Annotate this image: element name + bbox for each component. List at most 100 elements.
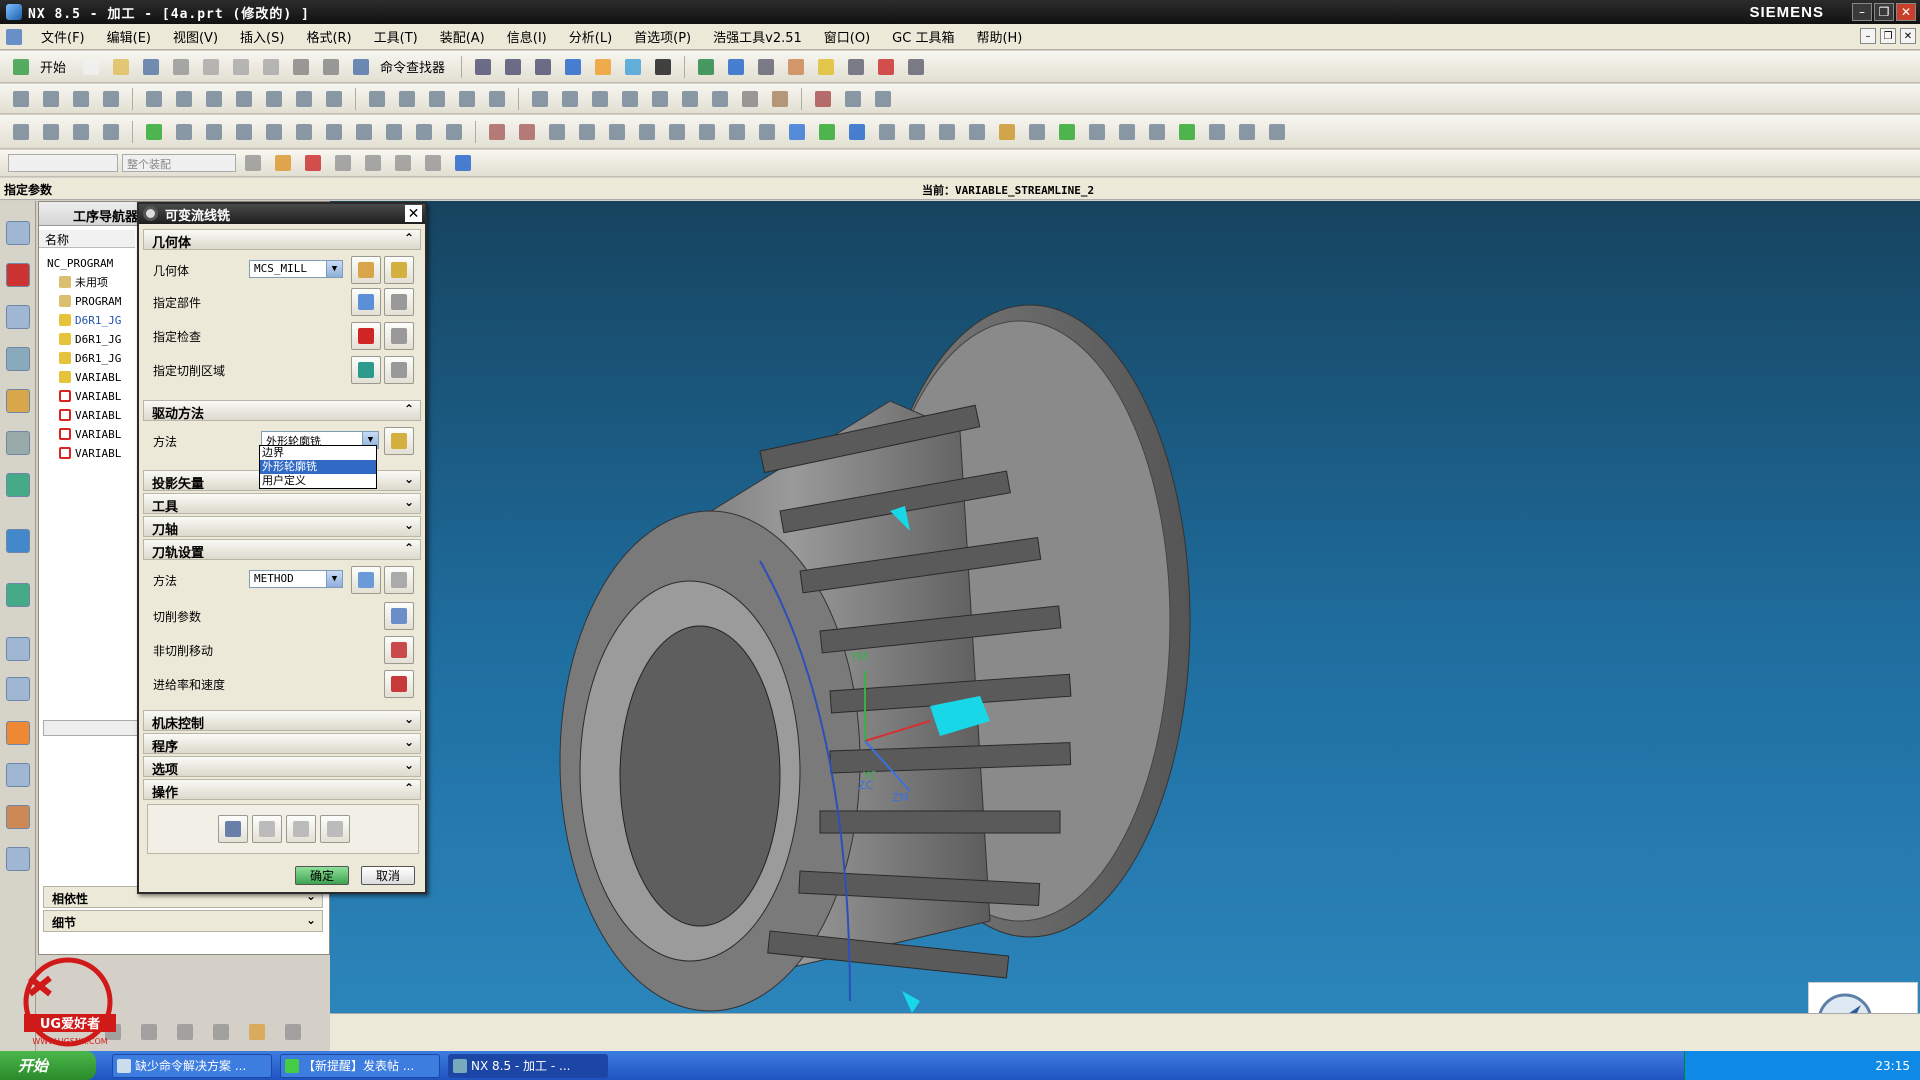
playback-icon[interactable] [870, 86, 896, 112]
replay-path-button[interactable] [252, 815, 282, 843]
new-file-icon[interactable] [78, 54, 104, 80]
dialog-title-bar[interactable]: 可变流线铣 ✕ [139, 204, 425, 224]
geometry-view-icon[interactable] [68, 86, 94, 112]
web-browser-icon[interactable] [6, 583, 30, 607]
section-options[interactable]: 选项 ⌄ [143, 756, 421, 778]
menu-insert[interactable]: 插入(S) [229, 27, 295, 46]
edit-drive-method-wrench-button[interactable] [384, 427, 414, 455]
chevron-up-icon[interactable]: ⌃ [404, 541, 414, 555]
groove-icon[interactable] [381, 119, 407, 145]
tree-row-operation[interactable]: VARIABL [59, 387, 121, 405]
menu-file[interactable]: 文件(F) [30, 27, 96, 46]
start-menu-label[interactable]: 开始 [40, 57, 66, 76]
menu-assembly[interactable]: 装配(A) [429, 27, 496, 46]
task-nx[interactable]: NX 8.5 - 加工 - ... [448, 1053, 608, 1078]
boss-icon[interactable] [261, 119, 287, 145]
section-machine-control[interactable]: 机床控制 ⌄ [143, 710, 421, 732]
show-icon[interactable] [707, 86, 733, 112]
hd3d-tools-icon[interactable] [6, 529, 30, 553]
menu-haoqiang-tools[interactable]: 浩强工具v2.51 [702, 27, 813, 46]
create-program-icon[interactable] [693, 54, 719, 80]
snap-point-icon[interactable] [270, 150, 296, 176]
delete-path-icon[interactable] [291, 86, 317, 112]
ok-button[interactable]: 确定 [295, 866, 349, 885]
cut-params-button[interactable] [384, 602, 414, 630]
chevron-down-icon[interactable]: ⌄ [404, 472, 414, 486]
scale-body-icon[interactable] [874, 119, 900, 145]
clock[interactable]: 23:15 [1875, 1059, 1910, 1073]
menu-gc-toolkit[interactable]: GC 工具箱 [881, 27, 965, 46]
doc-minimize-button[interactable]: – [1860, 28, 1876, 44]
layer-icon[interactable] [590, 54, 616, 80]
menu-edit[interactable]: 编辑(E) [96, 27, 162, 46]
select-all-icon[interactable] [330, 150, 356, 176]
selection-box-icon[interactable] [390, 150, 416, 176]
create-geometry-icon[interactable] [753, 54, 779, 80]
datum-plane-icon[interactable] [38, 119, 64, 145]
mirror-icon[interactable] [814, 119, 840, 145]
line-icon[interactable] [1084, 119, 1110, 145]
generate-path-button[interactable] [218, 815, 248, 843]
tree-row-operation[interactable]: VARIABL [59, 444, 121, 462]
task-missing-command[interactable]: 缺少命令解决方案 ... [112, 1053, 272, 1078]
section-tool[interactable]: 工具 ⌄ [143, 493, 421, 515]
tree-row-operation[interactable]: D6R1_JG [59, 330, 121, 348]
display-part-flashlight-button[interactable] [384, 288, 414, 316]
chevron-up-icon[interactable]: ⌃ [404, 402, 414, 416]
new-geometry-button[interactable] [351, 256, 381, 284]
revolve-icon[interactable] [201, 119, 227, 145]
paste-icon[interactable] [258, 54, 284, 80]
offset-curve-icon[interactable] [1174, 119, 1200, 145]
dropdown-option-user-defined[interactable]: 用户定义 [260, 474, 376, 488]
dropdown-arrow-icon[interactable]: ▼ [326, 571, 342, 587]
start-icon[interactable] [8, 54, 34, 80]
generate-path-icon[interactable] [843, 54, 869, 80]
dropdown-arrow-icon[interactable]: ▼ [326, 261, 342, 277]
check-mark-icon[interactable] [141, 119, 167, 145]
menu-help[interactable]: 帮助(H) [965, 27, 1033, 46]
split-body-icon[interactable] [754, 119, 780, 145]
chevron-up-icon[interactable]: ⌃ [404, 781, 414, 795]
create-tool-icon[interactable] [723, 54, 749, 80]
details-panel[interactable]: 细节 ⌄ [43, 910, 323, 932]
command-finder-label[interactable]: 命令查找器 [380, 57, 445, 76]
edit-geometry-wrench-button[interactable] [384, 256, 414, 284]
cut-icon[interactable] [198, 54, 224, 80]
level-icon[interactable] [172, 1019, 198, 1045]
arc-icon[interactable] [1114, 119, 1140, 145]
geometry-select[interactable]: MCS_MILL ▼ [249, 260, 343, 278]
sketch-icon[interactable] [8, 119, 34, 145]
probe-icon[interactable] [208, 1019, 234, 1045]
path-method-select[interactable]: METHOD ▼ [249, 570, 343, 588]
operation-nav-icon[interactable] [6, 347, 30, 371]
specify-check-button[interactable] [351, 322, 381, 350]
section-actions[interactable]: 操作 ⌃ [143, 779, 421, 801]
manufacturing-wizard-icon[interactable] [6, 763, 30, 787]
edit-method-wrench-button[interactable] [384, 566, 414, 594]
chamfer-icon[interactable] [634, 119, 660, 145]
command-finder-icon[interactable] [348, 54, 374, 80]
close-icon[interactable]: ✕ [405, 205, 422, 222]
sew-icon[interactable] [934, 119, 960, 145]
cancel-button[interactable]: 取消 [361, 866, 415, 885]
intersect-curve-icon[interactable] [1234, 119, 1260, 145]
print-icon[interactable] [168, 54, 194, 80]
non-cut-moves-button[interactable] [384, 636, 414, 664]
section-path-settings[interactable]: 刀轨设置 ⌃ [143, 539, 421, 561]
sphere-icon[interactable] [574, 119, 600, 145]
dropdown-option-boundary[interactable]: 边界 [260, 446, 376, 460]
constraint-nav-icon[interactable] [6, 263, 30, 287]
menu-analysis[interactable]: 分析(L) [558, 27, 623, 46]
hole-icon[interactable] [231, 119, 257, 145]
extrude-icon[interactable] [171, 119, 197, 145]
measure-icon[interactable] [557, 86, 583, 112]
cube-display-icon[interactable] [450, 150, 476, 176]
macro-icon[interactable] [840, 86, 866, 112]
scope-filter-dropdown[interactable]: 整个装配 [122, 154, 236, 172]
chevron-down-icon[interactable]: ⌄ [404, 712, 414, 726]
cone-icon[interactable] [544, 119, 570, 145]
replay-icon[interactable] [171, 86, 197, 112]
trim-body-icon[interactable] [724, 119, 750, 145]
program-order-view-icon[interactable] [8, 86, 34, 112]
display-cut-area-flashlight-button[interactable] [384, 356, 414, 384]
